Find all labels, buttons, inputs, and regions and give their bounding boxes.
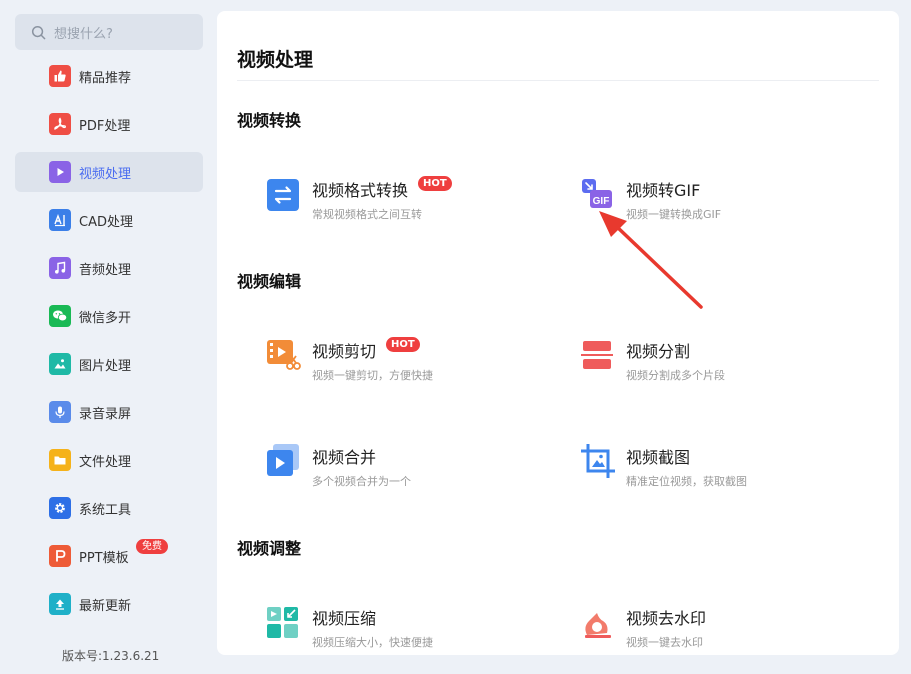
tool-title: 视频截图 — [626, 448, 691, 467]
free-badge: 免费 — [136, 539, 168, 554]
tool-desc: 视频一键剪切，方便快捷 — [312, 369, 433, 382]
pdf-icon — [49, 113, 71, 135]
tool-title: 视频去水印 — [626, 609, 707, 628]
sidebar-nav: 精品推荐 PDF处理 视频处理 CAD处理 音频处理 微信多开 图片处理 录音录… — [15, 56, 203, 632]
search-box[interactable]: 想搜什么? — [15, 14, 203, 50]
merge-icon — [267, 444, 299, 476]
tool-card-video-compress[interactable]: 视频压缩 视频压缩大小，快速便捷 — [267, 605, 527, 650]
sidebar-item-recording[interactable]: 录音录屏 — [15, 392, 203, 432]
section-title-adjustment: 视频调整 — [237, 539, 302, 558]
ppt-icon — [49, 545, 71, 567]
play-icon — [49, 161, 71, 183]
sidebar-item-image[interactable]: 图片处理 — [15, 344, 203, 384]
film-scissors-icon — [267, 340, 301, 370]
search-icon — [31, 25, 46, 39]
gif-icon: GIF — [582, 179, 612, 208]
tool-title: 视频剪切 — [312, 342, 377, 361]
tool-card-video-cut[interactable]: 视频剪切 HOT 视频一键剪切，方便快捷 — [267, 336, 527, 383]
tool-title: 视频转GIF — [626, 181, 701, 200]
sidebar-item-label: 最新更新 — [79, 598, 132, 614]
tool-card-remove-watermark[interactable]: 视频去水印 视频一键去水印 — [581, 605, 841, 650]
search-placeholder: 想搜什么? — [54, 26, 113, 42]
sidebar-item-ppt[interactable]: PPT模板 免费 — [15, 536, 203, 576]
sidebar-item-audio[interactable]: 音频处理 — [15, 248, 203, 288]
sidebar-item-label: PDF处理 — [79, 118, 131, 134]
swap-arrows-icon — [267, 179, 299, 211]
microphone-icon — [49, 401, 71, 423]
sidebar-item-label: 视频处理 — [79, 166, 132, 182]
sidebar-item-label: CAD处理 — [79, 214, 133, 230]
section-title-editing: 视频编辑 — [237, 272, 302, 291]
thumbs-up-icon — [49, 65, 71, 87]
folder-icon — [49, 449, 71, 471]
tool-title: 视频分割 — [626, 342, 691, 361]
gear-icon — [49, 497, 71, 519]
hot-badge: HOT — [386, 336, 420, 352]
music-note-icon — [49, 257, 71, 279]
crop-image-icon — [581, 444, 615, 478]
tool-title: 视频格式转换 — [312, 181, 409, 200]
sidebar-item-recommended[interactable]: 精品推荐 — [15, 56, 203, 96]
tool-desc: 视频一键去水印 — [626, 636, 703, 649]
tool-title: 视频压缩 — [312, 609, 377, 628]
tool-card-video-merge[interactable]: 视频合并 多个视频合并为一个 — [267, 444, 527, 489]
sidebar-item-label: 精品推荐 — [79, 70, 132, 86]
tool-card-video-screenshot[interactable]: 视频截图 精准定位视频，获取截图 — [581, 444, 841, 489]
title-divider — [237, 80, 879, 81]
tool-card-format-convert[interactable]: 视频格式转换 HOT 常规视频格式之间互转 — [267, 175, 527, 222]
sidebar-item-label: 文件处理 — [79, 454, 132, 470]
sidebar-item-label: 音频处理 — [79, 262, 132, 278]
sidebar-item-file[interactable]: 文件处理 — [15, 440, 203, 480]
sidebar-item-label: PPT模板 — [79, 550, 129, 566]
version-label: 版本号:1.23.6.21 — [62, 649, 160, 663]
sidebar-item-wechat[interactable]: 微信多开 — [15, 296, 203, 336]
svg-text:GIF: GIF — [593, 196, 610, 207]
sidebar-item-latest[interactable]: 最新更新 — [15, 584, 203, 624]
upload-icon — [49, 593, 71, 615]
page-title: 视频处理 — [237, 49, 314, 71]
main-panel: 视频处理 视频转换 视频格式转换 HOT 常规视频格式之间互转 GIF 视频转G… — [217, 11, 899, 655]
wechat-icon — [49, 305, 71, 327]
hot-badge: HOT — [418, 175, 452, 191]
sidebar-item-pdf[interactable]: PDF处理 — [15, 104, 203, 144]
watermark-icon — [585, 613, 611, 638]
tool-desc: 视频分割成多个片段 — [626, 369, 725, 382]
tool-title: 视频合并 — [312, 448, 377, 467]
sidebar-item-video[interactable]: 视频处理 — [15, 152, 203, 192]
tool-desc: 视频压缩大小，快速便捷 — [312, 636, 433, 649]
sidebar-item-cad[interactable]: CAD处理 — [15, 200, 203, 240]
annotation-arrow-icon — [599, 211, 703, 309]
sidebar: 想搜什么? 精品推荐 PDF处理 视频处理 CAD处理 音频处理 微信多开 图片… — [0, 0, 217, 674]
tool-card-video-split[interactable]: 视频分割 视频分割成多个片段 — [581, 338, 841, 383]
sidebar-item-system-tools[interactable]: 系统工具 — [15, 488, 203, 528]
cad-icon — [49, 209, 71, 231]
compress-icon — [267, 607, 298, 638]
tool-desc: 常规视频格式之间互转 — [312, 208, 422, 221]
image-icon — [49, 353, 71, 375]
sidebar-item-label: 图片处理 — [79, 358, 132, 374]
sidebar-item-label: 系统工具 — [79, 502, 132, 518]
tool-desc: 精准定位视频，获取截图 — [626, 475, 747, 488]
section-title-conversion: 视频转换 — [237, 111, 302, 130]
split-icon — [581, 341, 613, 369]
tool-desc: 多个视频合并为一个 — [312, 475, 411, 488]
sidebar-item-label: 微信多开 — [79, 310, 132, 326]
sidebar-item-label: 录音录屏 — [79, 406, 132, 422]
